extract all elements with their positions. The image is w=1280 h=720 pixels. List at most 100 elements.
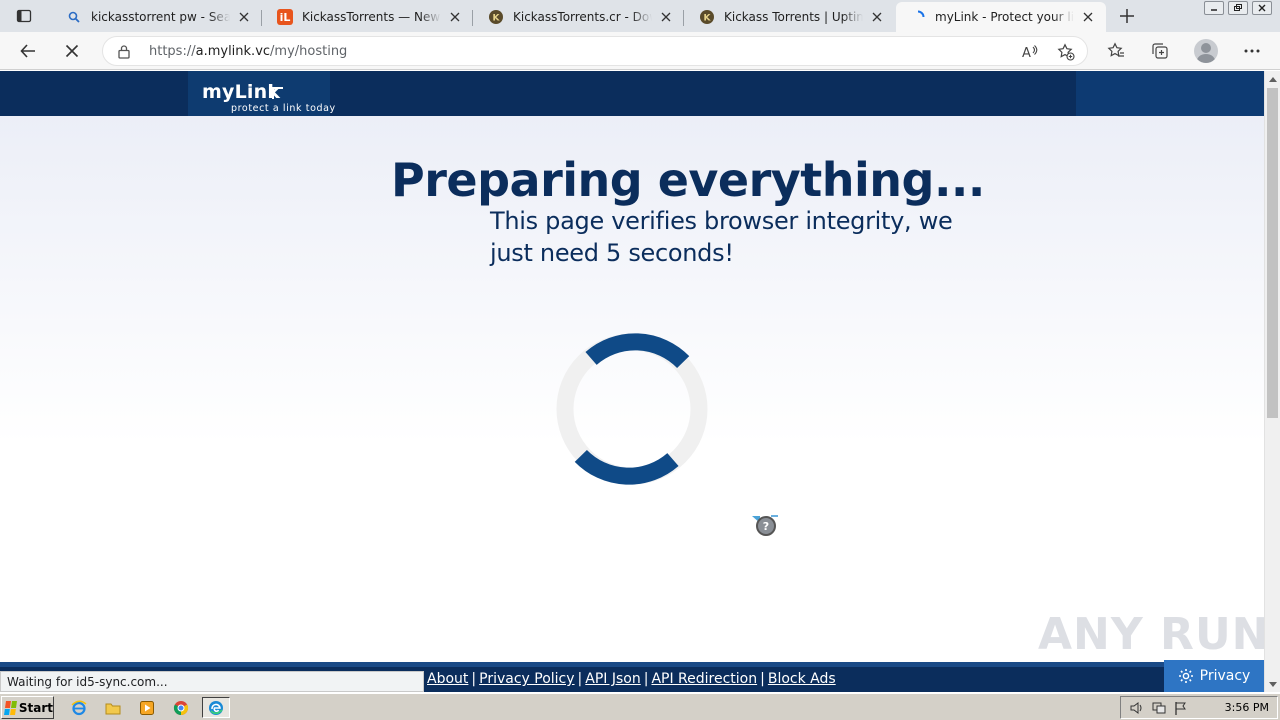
restore-icon — [1234, 4, 1242, 11]
taskbar-ie[interactable] — [68, 697, 90, 718]
system-tray: 3:56 PM — [1120, 696, 1278, 719]
svg-text:K: K — [493, 14, 501, 24]
tab-title: Kickass Torrents | Uptime — [724, 10, 863, 24]
footer-link-api-json[interactable]: API Json — [585, 671, 640, 687]
privacy-button[interactable]: Privacy — [1164, 660, 1264, 692]
site-logo[interactable]: myLink protect a link today — [188, 71, 335, 116]
kickass-logo-icon: K — [699, 9, 715, 25]
collections-icon — [1152, 43, 1168, 59]
plus-icon — [1120, 9, 1134, 23]
url-path: /my/hosting — [270, 44, 348, 59]
loading-spinner — [556, 333, 708, 485]
footer-link-privacy-policy[interactable]: Privacy Policy — [479, 671, 574, 687]
svg-text:A: A — [1022, 46, 1031, 61]
taskbar-media-player[interactable] — [136, 697, 158, 718]
close-icon[interactable] — [869, 9, 885, 25]
page-viewport: myLink protect a link today Preparing ev… — [0, 71, 1264, 692]
collections-button[interactable] — [1146, 37, 1174, 65]
il-logo-icon: iL — [277, 9, 293, 25]
more-icon — [1244, 49, 1260, 53]
start-button[interactable]: Start — [1, 696, 54, 719]
footer-link-api-redirection[interactable]: API Redirection — [651, 671, 757, 687]
svg-text:K: K — [704, 14, 712, 24]
settings-menu-button[interactable] — [1238, 37, 1266, 65]
tab-strip: kickasstorrent pw - Search iL KickassTor… — [0, 0, 1280, 32]
add-favorite-icon[interactable] — [1057, 43, 1075, 65]
taskbar-clock: 3:56 PM — [1224, 701, 1269, 714]
tab-actions-icon — [16, 9, 32, 23]
close-icon — [65, 44, 79, 58]
lock-icon — [117, 44, 131, 63]
tab-mylink[interactable]: myLink - Protect your link — [896, 2, 1106, 32]
tab-title: KickassTorrents — New W — [302, 10, 441, 24]
footer-link-block-ads[interactable]: Block Ads — [768, 671, 836, 687]
media-player-icon — [140, 700, 154, 715]
close-icon[interactable] — [236, 9, 252, 25]
taskbar: Start 3:56 PM — [0, 693, 1280, 720]
watermark: ANY RUN — [1038, 609, 1264, 660]
close-icon[interactable] — [658, 9, 674, 25]
taskbar-explorer[interactable] — [102, 697, 124, 718]
loading-icon — [910, 9, 926, 25]
new-tab-button[interactable] — [1114, 4, 1140, 28]
folder-icon — [105, 703, 121, 714]
minimize-icon — [1211, 9, 1217, 11]
network-icon[interactable] — [1151, 700, 1167, 716]
close-icon — [1258, 4, 1266, 12]
status-bar: Waiting for id5-sync.com... — [0, 671, 424, 692]
browser-toolbar: https://a.mylink.vc/my/hosting A — [0, 32, 1280, 70]
logo-tagline: protect a link today — [231, 103, 336, 114]
tab-actions-button[interactable] — [8, 4, 40, 28]
stop-loading-button[interactable] — [58, 37, 86, 65]
gear-icon — [1178, 669, 1193, 683]
page-subtitle: This page verifies browser integrity, we… — [490, 207, 953, 267]
footer-links: About | Privacy Policy | API Json | API Redire… — [427, 671, 836, 687]
tab-kickass-uptime[interactable]: K Kickass Torrents | Uptime — [685, 2, 895, 32]
windows-logo-icon — [4, 700, 17, 715]
window-controls — [1204, 1, 1272, 15]
tab-kickasstorrents-cr[interactable]: K KickassTorrents.cr - Downl — [474, 2, 684, 32]
help-badge-icon[interactable]: ? — [751, 514, 781, 538]
tab-title: myLink - Protect your link — [935, 10, 1074, 24]
address-bar[interactable]: https://a.mylink.vc/my/hosting A — [102, 36, 1088, 66]
taskbar-edge[interactable] — [202, 697, 230, 718]
read-aloud-icon[interactable]: A — [1021, 43, 1039, 65]
edge-icon — [209, 700, 223, 715]
close-window-button[interactable] — [1252, 1, 1272, 15]
footer-link-about[interactable]: About — [427, 671, 468, 687]
scroll-down-button[interactable] — [1265, 676, 1280, 692]
close-icon[interactable] — [1080, 9, 1096, 25]
flag-icon[interactable] — [1173, 700, 1189, 716]
minimize-button[interactable] — [1204, 1, 1224, 15]
taskbar-chrome[interactable] — [170, 697, 192, 718]
page-title: Preparing everything... — [391, 153, 985, 207]
chevron-up-icon — [1269, 76, 1277, 82]
tab-title: KickassTorrents.cr - Downl — [513, 10, 652, 24]
logo-mark-icon — [272, 87, 283, 99]
profile-avatar[interactable] — [1194, 39, 1218, 63]
start-label: Start — [18, 700, 53, 715]
url-text: https://a.mylink.vc/my/hosting — [149, 44, 347, 59]
arrow-left-icon — [20, 44, 35, 58]
back-button[interactable] — [14, 37, 42, 65]
chevron-down-icon — [1269, 681, 1277, 687]
url-prefix: https:// — [149, 44, 196, 59]
scrollbar-thumb[interactable] — [1267, 88, 1278, 418]
svg-text:?: ? — [763, 520, 769, 533]
volume-icon[interactable] — [1129, 700, 1145, 716]
url-host: a.mylink.vc — [195, 44, 271, 59]
internet-explorer-icon — [71, 700, 87, 715]
chrome-icon — [173, 700, 189, 715]
scroll-up-button[interactable] — [1265, 71, 1280, 87]
tab-kickasstorrent-search[interactable]: kickasstorrent pw - Search — [52, 2, 262, 32]
tab-title: kickasstorrent pw - Search — [91, 10, 230, 24]
search-icon — [66, 9, 82, 25]
close-icon[interactable] — [447, 9, 463, 25]
tab-kickasstorrents-new[interactable]: iL KickassTorrents — New W — [263, 2, 473, 32]
site-header: myLink protect a link today — [0, 71, 1264, 116]
kickass-logo-icon: K — [488, 9, 504, 25]
logo-name: myLink — [202, 81, 281, 103]
restore-button[interactable] — [1228, 1, 1248, 15]
favorites-button[interactable] — [1102, 37, 1130, 65]
vertical-scrollbar[interactable] — [1264, 71, 1280, 692]
